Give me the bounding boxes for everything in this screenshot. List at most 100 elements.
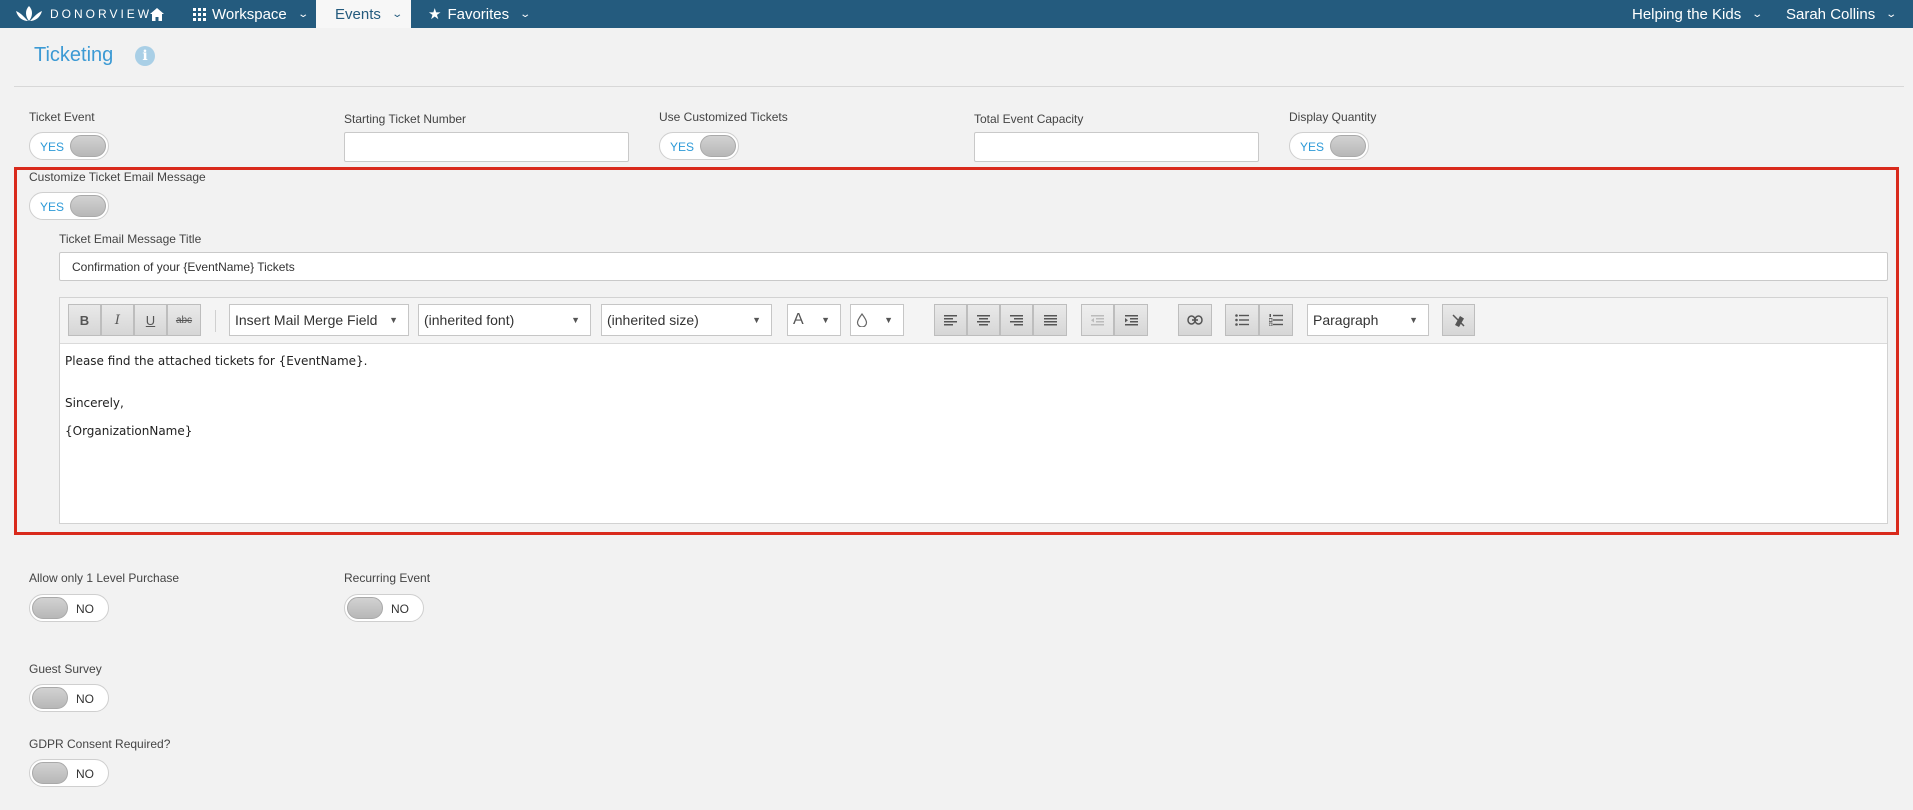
customize-email-label: Customize Ticket Email Message — [29, 170, 206, 184]
toggle-state: NO — [76, 767, 94, 781]
email-title-input[interactable]: Confirmation of your {EventName} Tickets — [59, 252, 1888, 281]
caret-down-icon: ▼ — [571, 315, 580, 325]
nav-events-label: Events — [335, 5, 381, 23]
clear-formatting-button[interactable] — [1442, 304, 1475, 336]
align-center-button[interactable] — [967, 304, 1000, 336]
chevron-down-icon: ⌄ — [1885, 8, 1898, 20]
align-right-icon — [1010, 314, 1023, 325]
block-format-dropdown[interactable]: Paragraph ▼ — [1307, 304, 1429, 336]
indent-button[interactable] — [1114, 304, 1148, 336]
toggle-knob — [32, 597, 68, 619]
divider — [14, 86, 1904, 87]
nav-events[interactable]: Events ⌄ — [316, 0, 411, 28]
lotus-logo-icon — [16, 6, 42, 21]
align-center-icon — [977, 314, 990, 325]
droplet-icon — [856, 313, 868, 327]
ticket-event-toggle[interactable]: YES — [29, 132, 109, 160]
toolbar-separator — [215, 310, 216, 332]
org-name: Helping the Kids — [1632, 5, 1742, 23]
toggle-knob — [1330, 135, 1366, 157]
chevron-down-icon: ⌄ — [391, 8, 403, 20]
toggle-state: YES — [40, 200, 65, 214]
nav-workspace[interactable]: Workspace ⌄ — [193, 0, 309, 28]
font-color-icon: A — [793, 311, 804, 328]
grid-icon — [193, 7, 206, 21]
toggle-state: YES — [40, 140, 65, 154]
italic-button[interactable]: I — [101, 304, 134, 336]
numbered-list-icon — [1269, 314, 1283, 326]
caret-down-icon: ▼ — [821, 315, 830, 325]
use-customized-tickets-label: Use Customized Tickets — [659, 110, 788, 124]
customize-email-toggle[interactable]: YES — [29, 192, 109, 220]
font-size-dropdown[interactable]: (inherited size) ▼ — [601, 304, 772, 336]
allow-one-level-label: Allow only 1 Level Purchase — [29, 571, 180, 585]
background-color-dropdown[interactable]: ▼ — [850, 304, 904, 336]
editor-content[interactable]: Please find the attached tickets for {Ev… — [65, 350, 367, 442]
user-name: Sarah Collins — [1786, 5, 1876, 23]
recurring-event-label: Recurring Event — [344, 571, 431, 585]
user-menu[interactable]: Sarah Collins ⌄ — [1786, 0, 1898, 28]
strikethrough-button[interactable]: abc — [167, 304, 201, 336]
home-button[interactable] — [150, 0, 164, 28]
eraser-icon — [1452, 313, 1465, 327]
caret-down-icon: ▼ — [884, 315, 893, 325]
outdent-icon — [1091, 314, 1104, 325]
org-selector[interactable]: Helping the Kids ⌄ — [1632, 0, 1764, 28]
toggle-knob — [700, 135, 736, 157]
bullet-list-button[interactable] — [1225, 304, 1259, 336]
underline-button[interactable]: U — [134, 304, 167, 336]
guest-survey-toggle[interactable]: NO — [29, 684, 109, 712]
editor-line: Sincerely, — [65, 396, 124, 410]
font-family-dropdown[interactable]: (inherited font) ▼ — [418, 304, 591, 336]
insert-link-button[interactable] — [1178, 304, 1212, 336]
logo[interactable]: DONORVIEW — [14, 2, 152, 26]
home-icon — [150, 7, 164, 21]
chevron-down-icon: ⌄ — [297, 8, 309, 20]
chevron-down-icon: ⌄ — [1751, 8, 1764, 20]
email-body-editor: B I U abc Insert Mail Merge Field ▼ (inh… — [59, 297, 1888, 524]
align-justify-icon — [1043, 314, 1057, 325]
toggle-knob — [347, 597, 383, 619]
starting-ticket-number-input[interactable] — [344, 132, 629, 162]
toggle-state: NO — [391, 602, 409, 616]
justify-button[interactable] — [1033, 304, 1067, 336]
nav-favorites[interactable]: ★ Favorites ⌄ — [428, 0, 532, 28]
indent-icon — [1124, 314, 1138, 325]
nav-favorites-label: Favorites — [447, 5, 510, 23]
display-quantity-label: Display Quantity — [1289, 110, 1377, 124]
caret-down-icon: ▼ — [1409, 315, 1418, 325]
editor-line: Please find the attached tickets for {Ev… — [65, 354, 368, 368]
toggle-knob — [32, 687, 68, 709]
gdpr-toggle[interactable]: NO — [29, 759, 109, 787]
gdpr-label: GDPR Consent Required? — [29, 737, 171, 751]
total-event-capacity-input[interactable] — [974, 132, 1259, 162]
font-family-label: (inherited font) — [424, 312, 515, 328]
caret-down-icon: ▼ — [389, 315, 398, 325]
editor-toolbar: B I U abc Insert Mail Merge Field ▼ (inh… — [60, 298, 1887, 344]
info-icon[interactable]: i — [135, 46, 155, 66]
star-icon: ★ — [428, 6, 442, 23]
display-quantity-toggle[interactable]: YES — [1289, 132, 1369, 160]
align-left-button[interactable] — [934, 304, 967, 336]
guest-survey-label: Guest Survey — [29, 662, 102, 676]
toggle-state: NO — [76, 602, 94, 616]
toggle-knob — [70, 195, 106, 217]
starting-ticket-number-label: Starting Ticket Number — [344, 112, 467, 126]
merge-field-dropdown[interactable]: Insert Mail Merge Field ▼ — [229, 304, 409, 336]
caret-down-icon: ▼ — [752, 315, 761, 325]
chevron-down-icon: ⌄ — [519, 8, 532, 20]
outdent-button[interactable] — [1081, 304, 1114, 336]
align-right-button[interactable] — [1000, 304, 1033, 336]
toggle-knob — [32, 762, 68, 784]
ticket-event-label: Ticket Event — [29, 110, 95, 124]
bold-button[interactable]: B — [68, 304, 101, 336]
bullet-list-icon — [1235, 314, 1249, 326]
allow-one-level-toggle[interactable]: NO — [29, 594, 109, 622]
font-color-dropdown[interactable]: A ▼ — [787, 304, 841, 336]
total-event-capacity-label: Total Event Capacity — [974, 112, 1084, 126]
link-icon — [1187, 315, 1203, 325]
numbered-list-button[interactable] — [1259, 304, 1293, 336]
recurring-event-toggle[interactable]: NO — [344, 594, 424, 622]
use-customized-tickets-toggle[interactable]: YES — [659, 132, 739, 160]
merge-field-label: Insert Mail Merge Field — [235, 312, 378, 328]
